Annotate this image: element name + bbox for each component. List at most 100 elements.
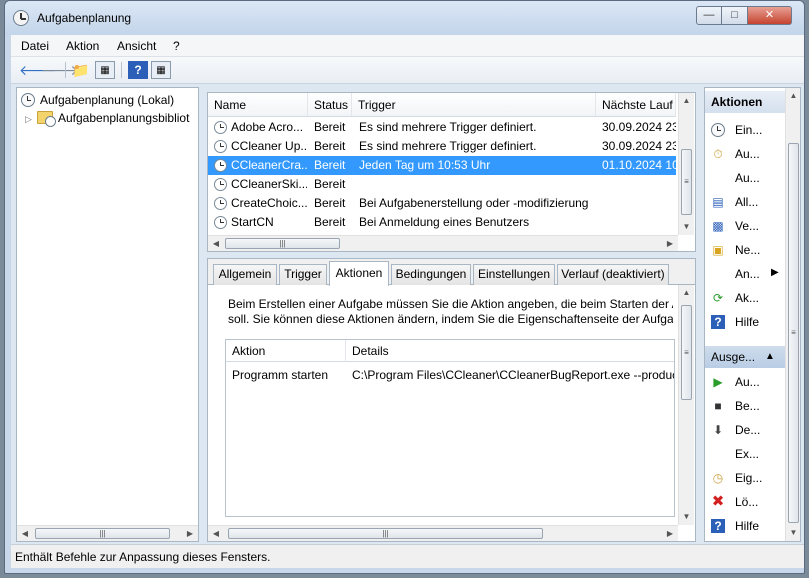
detail-horizontal-scrollbar[interactable]: ◀ ||| ▶ [208, 525, 678, 541]
tab-verlauf[interactable]: Verlauf (deaktiviert) [557, 264, 669, 285]
column-trigger[interactable]: Trigger [352, 93, 596, 117]
task-trigger [359, 175, 595, 194]
help-icon: ? [711, 519, 725, 533]
minimize-button[interactable]: — [696, 6, 722, 25]
column-name[interactable]: Name [208, 93, 308, 117]
scroll-thumb[interactable]: ≡ [788, 143, 799, 523]
tab-aktionen[interactable]: Aktionen [329, 261, 389, 286]
column-next-run[interactable]: Nächste Lauf [596, 93, 676, 117]
scroll-up-icon[interactable]: ▲ [679, 285, 694, 301]
scroll-left-icon[interactable]: ◀ [208, 236, 224, 251]
task-next-run: 30.09.2024 23: [602, 120, 676, 134]
actions-vertical-scrollbar[interactable]: ▲ ≡ ▼ [785, 88, 800, 541]
menu-ansicht[interactable]: Ansicht [117, 39, 156, 53]
action-export[interactable]: Ex... [705, 442, 785, 466]
scroll-down-icon[interactable]: ▼ [786, 525, 800, 541]
forward-icon[interactable]: 🡒 [41, 61, 79, 79]
action-ak[interactable]: ⟳ Ak... [705, 286, 785, 310]
tree-item-library[interactable]: ▷ Aufgabenplanungsbibliot [25, 111, 189, 129]
action-run[interactable]: ▶ Au... [705, 370, 785, 394]
action-ve[interactable]: ▩ Ve... [705, 214, 785, 238]
back-icon[interactable]: 🡐 [19, 61, 57, 79]
menu-help[interactable]: ? [173, 39, 180, 53]
tab-bedingungen[interactable]: Bedingungen [391, 264, 471, 285]
tab-einstellungen[interactable]: Einstellungen [473, 264, 555, 285]
scroll-down-icon[interactable]: ▼ [679, 219, 694, 235]
clock-icon [711, 123, 725, 137]
clock-run-icon: ⏱ [713, 147, 723, 161]
scroll-left-icon[interactable]: ◀ [17, 526, 33, 542]
tree-root[interactable]: Aufgabenplanung (Lokal) [21, 93, 174, 111]
grid-header-action[interactable]: Aktion [226, 340, 346, 362]
action-hilfe[interactable]: ? Hilfe [705, 310, 785, 334]
help-icon[interactable]: ? [128, 61, 148, 79]
maximize-button[interactable]: □ [722, 6, 748, 25]
scroll-left-icon[interactable]: ◀ [208, 526, 224, 541]
task-next-run [602, 194, 676, 213]
task-name: CreateChoic... [231, 196, 307, 210]
action-disable[interactable]: ⬇ De... [705, 418, 785, 442]
scroll-thumb[interactable]: ||| [225, 238, 340, 249]
scroll-thumb[interactable]: ≡ [681, 305, 692, 400]
grid-header-details[interactable]: Details [346, 340, 674, 362]
action-ein[interactable]: Ein... [705, 118, 785, 142]
collapse-icon[interactable]: ▲ [765, 346, 775, 368]
detail-vertical-scrollbar[interactable]: ▲ ≡ ▼ [678, 285, 694, 525]
task-row[interactable]: Adobe Acro... Bereit Es sind mehrere Tri… [208, 118, 676, 137]
selected-item-header-label: Ausge... [711, 350, 756, 364]
scroll-right-icon[interactable]: ▶ [662, 236, 678, 251]
menu-datei[interactable]: Datei [21, 39, 49, 53]
delete-icon: ✖ [711, 493, 725, 510]
library-folder-icon [37, 111, 56, 127]
action-all[interactable]: ▤ All... [705, 190, 785, 214]
task-row[interactable]: StartCN Bereit Bei Anmeldung eines Benut… [208, 213, 676, 232]
main-window: Aufgabenplanung — □ ✕ Datei Aktion Ansic… [4, 0, 805, 574]
action-ne[interactable]: ▣ Ne... [705, 238, 785, 262]
close-button[interactable]: ✕ [748, 6, 792, 25]
menu-aktion[interactable]: Aktion [66, 39, 99, 53]
scroll-up-icon[interactable]: ▲ [786, 88, 800, 104]
scroll-up-icon[interactable]: ▲ [679, 93, 694, 109]
grid-cell-action[interactable]: Programm starten [226, 366, 346, 384]
run-icon: ▶ [713, 375, 723, 389]
expand-icon[interactable]: ▷ [25, 114, 33, 125]
action-end[interactable]: ■ Be... [705, 394, 785, 418]
column-status[interactable]: Status [308, 93, 352, 117]
properties-icon: ◷ [712, 471, 724, 485]
task-row[interactable]: CCleaner Up... Bereit Es sind mehrere Tr… [208, 137, 676, 156]
tab-trigger[interactable]: Trigger [279, 264, 327, 285]
task-row[interactable]: CCleanerSki... Bereit [208, 175, 676, 194]
grid-cell-details[interactable]: C:\Program Files\CCleaner\CCleanerBugRep… [346, 366, 674, 384]
window-title: Aufgabenplanung [37, 11, 132, 25]
action-delete[interactable]: ✖ Lö... [705, 490, 785, 514]
selected-item-header[interactable]: Ausge... ▲ [705, 346, 785, 368]
list-icon: ▤ [712, 195, 724, 209]
scroll-right-icon[interactable]: ▶ [662, 526, 678, 541]
title-bar[interactable]: Aufgabenplanung — □ ✕ [5, 1, 804, 35]
task-clock-icon [214, 159, 227, 172]
action-an[interactable]: An... ▶ [705, 262, 785, 286]
tree-horizontal-scrollbar[interactable]: ◀ ||| ▶ [17, 525, 198, 541]
scroll-thumb[interactable]: ≡ [681, 149, 692, 215]
task-list-vertical-scrollbar[interactable]: ▲ ≡ ▼ [678, 93, 694, 235]
show-action-pane-icon[interactable]: ▦ [151, 61, 171, 79]
up-folder-icon[interactable]: 📁 [71, 61, 91, 79]
action-au-2[interactable]: Au... [705, 166, 785, 190]
action-properties[interactable]: ◷ Eig... [705, 466, 785, 490]
tab-allgemein[interactable]: Allgemein [213, 264, 277, 285]
task-row-selected[interactable]: CCleanerCra... Bereit Jeden Tag um 10:53… [208, 156, 676, 175]
scroll-thumb[interactable]: ||| [228, 528, 543, 539]
show-tree-icon[interactable]: ▦ [95, 61, 115, 79]
action-hilfe-2[interactable]: ? Hilfe [705, 514, 785, 538]
scroll-thumb[interactable]: ||| [35, 528, 170, 539]
actions-header[interactable]: Aktionen [705, 91, 785, 113]
task-next-run: 01.10.2024 10: [602, 158, 676, 172]
task-row[interactable]: CreateChoic... Bereit Bei Aufgabenerstel… [208, 194, 676, 213]
action-au-1[interactable]: ⏱ Au... [705, 142, 785, 166]
task-list-horizontal-scrollbar[interactable]: ◀ ||| ▶ [208, 235, 678, 251]
actions-pane: Aktionen Ein... ⏱ Au... Au... ▤ All... ▩… [704, 87, 801, 542]
scroll-down-icon[interactable]: ▼ [679, 509, 694, 525]
scroll-right-icon[interactable]: ▶ [182, 526, 198, 542]
task-status: Bereit [314, 196, 346, 210]
task-status: Bereit [314, 158, 346, 172]
